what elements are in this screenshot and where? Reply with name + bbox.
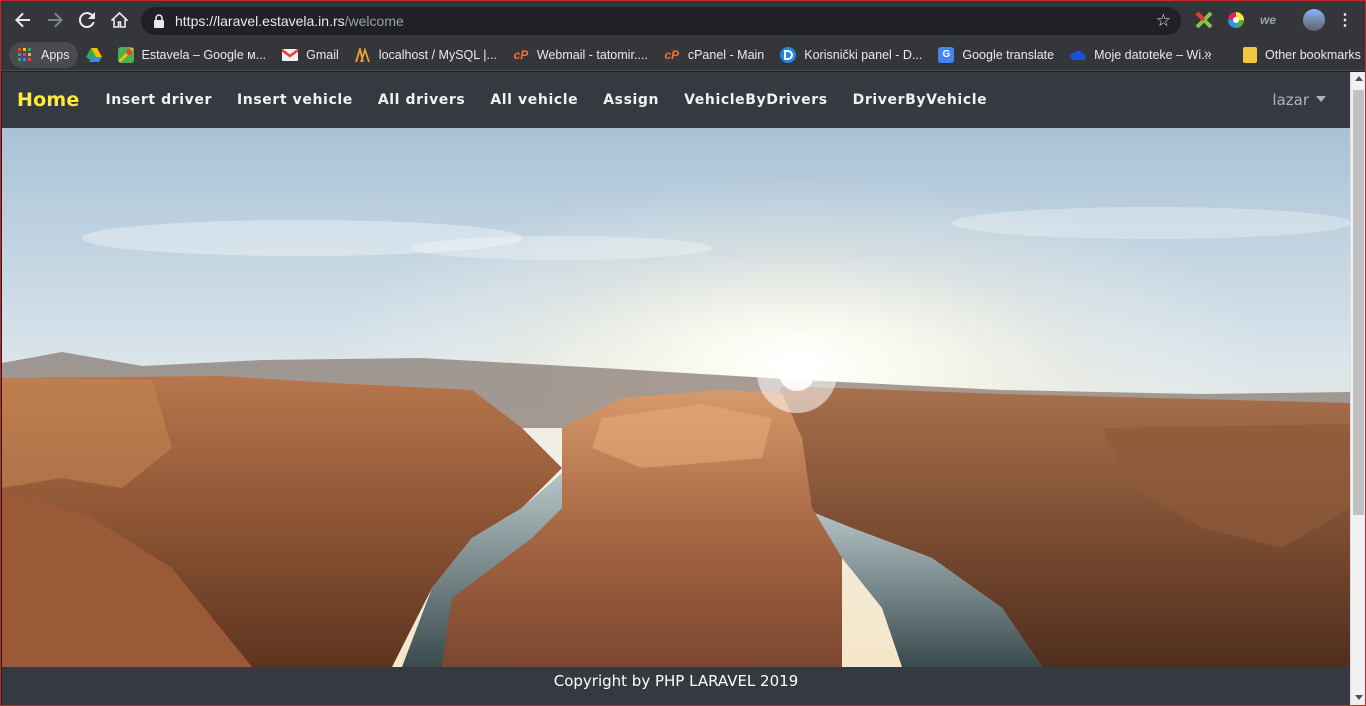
bookmark-cpanel-main[interactable]: cP cPanel - Main xyxy=(656,42,772,68)
folder-icon xyxy=(1243,47,1257,63)
scrollbar-thumb[interactable] xyxy=(1353,90,1364,515)
more-bookmarks-chevron-icon[interactable]: » xyxy=(1204,45,1212,61)
back-arrow-icon[interactable] xyxy=(7,4,39,36)
site-footer: Copyright by PHP LARAVEL 2019 xyxy=(2,667,1350,705)
url-host: https://laravel.estavela.in.rs xyxy=(175,13,345,29)
nav-driver-by-vehicle[interactable]: DriverByVehicle xyxy=(853,92,988,108)
scroll-up-arrow-icon[interactable] xyxy=(1355,76,1363,81)
google-translate-icon: G xyxy=(938,46,955,63)
bookmark-google-drive[interactable] xyxy=(78,42,110,68)
footer-copyright: Copyright by PHP LARAVEL 2019 xyxy=(553,671,799,690)
bookmark-label: Webmail - tatomir.... xyxy=(536,47,648,62)
browser-toolbar: https://laravel.estavela.in.rs/welcome ☆… xyxy=(1,1,1365,39)
page-scrollbar[interactable] xyxy=(1350,72,1365,705)
bookmark-label: localhost / MySQL |... xyxy=(378,47,497,62)
site-navbar: Home Insert driver Insert vehicle All dr… xyxy=(2,72,1350,128)
url-path: /welcome xyxy=(344,13,404,29)
bookmark-label: Moje datoteke – Wi... xyxy=(1094,47,1212,62)
extension-x-icon[interactable] xyxy=(1194,10,1214,30)
bookmark-google-translate[interactable]: G Google translate xyxy=(930,42,1062,68)
caret-down-icon xyxy=(1316,96,1326,102)
profile-avatar-icon[interactable] xyxy=(1303,9,1325,31)
bookmark-moje-datoteke[interactable]: Moje datoteke – Wi... xyxy=(1062,42,1219,68)
bookmark-label: Korisnički panel - D... xyxy=(804,47,923,62)
bookmark-localhost-mysql[interactable]: localhost / MySQL |... xyxy=(347,42,505,68)
cpanel-icon: cP xyxy=(664,47,680,62)
nav-home-link[interactable]: Home xyxy=(17,89,79,111)
browser-window: https://laravel.estavela.in.rs/welcome ☆… xyxy=(0,0,1366,706)
cpanel-icon: cP xyxy=(513,47,529,62)
bookmark-label: Apps xyxy=(41,47,70,62)
nav-vehicle-by-drivers[interactable]: VehicleByDrivers xyxy=(684,92,828,108)
bookmark-label: Other bookmarks xyxy=(1265,48,1361,62)
apps-grid-icon xyxy=(17,47,33,63)
bookmark-other[interactable]: Other bookmarks xyxy=(1235,42,1365,68)
user-dropdown[interactable]: lazar xyxy=(1272,91,1326,109)
bookmark-estavela-maps[interactable]: Estavela – Google м... xyxy=(110,42,275,68)
scroll-down-arrow-icon[interactable] xyxy=(1355,695,1363,700)
nav-assign[interactable]: Assign xyxy=(603,92,659,108)
nav-all-vehicle[interactable]: All vehicle xyxy=(490,92,578,108)
reload-icon[interactable] xyxy=(71,4,103,36)
bookmark-apps[interactable]: Apps xyxy=(9,41,78,68)
bookmarks-bar: Apps Estavela – Google м... Gmail localh… xyxy=(1,39,1365,71)
phpmyadmin-icon xyxy=(354,47,371,63)
cloud-icon xyxy=(1070,47,1087,63)
nav-insert-vehicle[interactable]: Insert vehicle xyxy=(237,92,353,108)
bookmark-label: Estavela – Google м... xyxy=(141,47,267,62)
we-extension-icon[interactable]: we xyxy=(1258,10,1278,30)
google-maps-icon xyxy=(117,46,134,63)
lock-icon xyxy=(154,14,164,28)
home-icon[interactable] xyxy=(103,4,135,36)
bookmark-star-icon[interactable]: ☆ xyxy=(1156,11,1171,31)
nav-insert-driver[interactable]: Insert driver xyxy=(105,92,212,108)
chrome-menu-icon[interactable]: ⋮ xyxy=(1335,10,1355,30)
nav-all-drivers[interactable]: All drivers xyxy=(378,92,466,108)
bookmark-label: Gmail xyxy=(306,47,339,62)
bookmark-gmail[interactable]: Gmail xyxy=(274,42,347,68)
bookmark-webmail[interactable]: cP Webmail - tatomir.... xyxy=(505,42,656,68)
gmail-icon xyxy=(282,47,299,63)
panel-icon xyxy=(780,46,797,63)
address-bar[interactable]: https://laravel.estavela.in.rs/welcome ☆ xyxy=(141,7,1181,35)
bookmark-label: cPanel - Main xyxy=(687,47,765,62)
hero-canyon-image xyxy=(2,128,1350,667)
web-page: Home Insert driver Insert vehicle All dr… xyxy=(2,72,1350,705)
user-name: lazar xyxy=(1272,91,1309,109)
google-drive-icon xyxy=(85,47,102,63)
bookmark-korisnicki-panel[interactable]: Korisnički panel - D... xyxy=(772,42,930,68)
color-wheel-extension-icon[interactable] xyxy=(1226,10,1246,30)
bookmark-label: Google translate xyxy=(962,47,1055,62)
forward-arrow-icon[interactable] xyxy=(39,4,71,36)
